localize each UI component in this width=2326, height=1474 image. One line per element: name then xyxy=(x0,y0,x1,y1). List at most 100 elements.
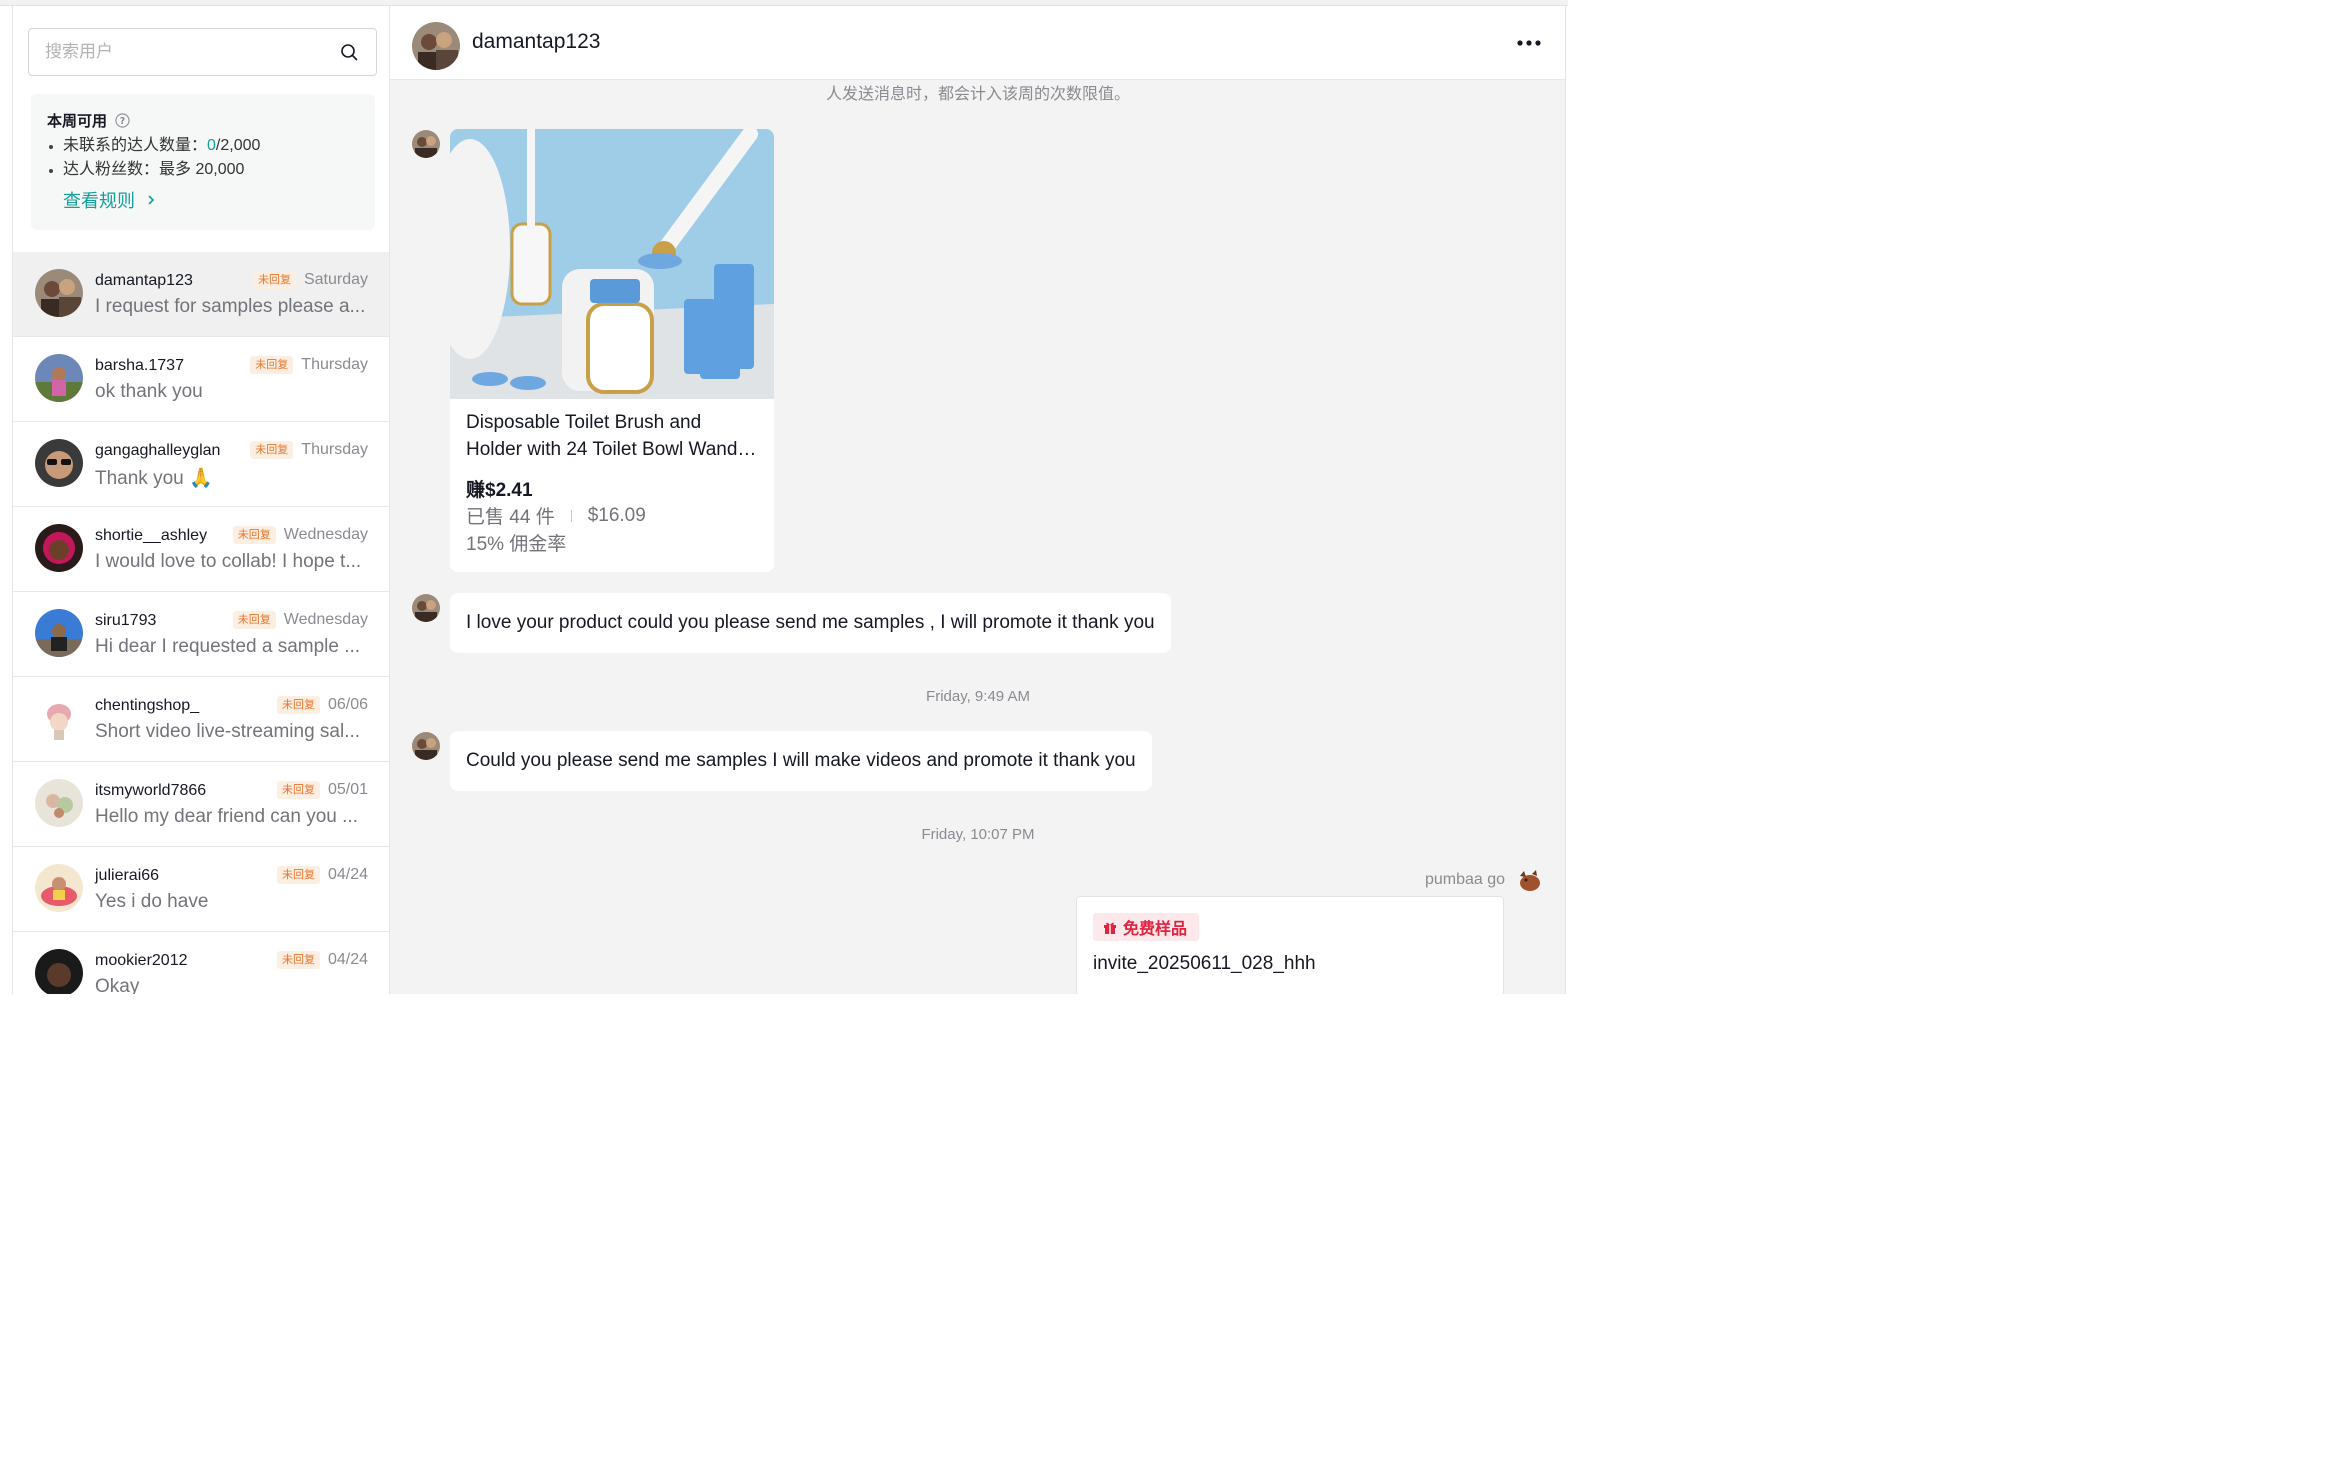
conversation-name: shortie__ashley xyxy=(95,527,208,544)
conversation-preview: I request for samples please a... xyxy=(95,296,366,317)
weekly-quota-panel: 本周可用 ? 未联系的达人数量：0/2,000 达人粉丝数：最多 20,000 … xyxy=(31,94,375,230)
conversation-time: 04/24 xyxy=(327,951,368,968)
quota-title: 本周可用 ? xyxy=(47,110,359,130)
search-box[interactable] xyxy=(28,28,377,76)
conversation-time: Thursday xyxy=(301,441,368,458)
conversation-name: chentingshop_ xyxy=(95,697,200,714)
avatar xyxy=(35,439,83,487)
sender-avatar-icon xyxy=(1520,870,1540,891)
chat-title[interactable]: damantap123 xyxy=(472,30,600,54)
conversation-item-julierai66[interactable]: julierai66 未回复 04/24 Yes i do have xyxy=(13,847,389,932)
conversation-preview: Short video live-streaming sal... xyxy=(95,721,361,742)
product-commission: 15% 佣金率 xyxy=(466,534,567,555)
avatar xyxy=(35,609,83,657)
conversation-time: 05/01 xyxy=(327,781,368,798)
unreplied-badge: 未回复 xyxy=(276,951,320,969)
product-stats: 已售 44 件 $16.09 xyxy=(466,502,646,529)
avatar xyxy=(35,694,83,742)
message-avatar xyxy=(412,732,440,760)
conversation-meta: 未回复 Wednesday xyxy=(232,611,368,629)
product-price: $16.09 xyxy=(587,504,646,526)
unreplied-badge: 未回复 xyxy=(276,696,320,714)
quota-creators-used: 0 xyxy=(207,137,216,154)
stat-divider xyxy=(570,509,572,522)
conversation-name: mookier2012 xyxy=(95,952,188,969)
more-options-icon[interactable] xyxy=(1516,36,1542,50)
conversation-preview: Okay xyxy=(95,976,140,994)
conversation-time: 06/06 xyxy=(327,696,368,713)
conversation-time: Saturday xyxy=(303,271,368,288)
sample-invite-code: invite_20250611_028_hhh xyxy=(1093,953,1316,974)
conversation-item-damantap123[interactable]: damantap123 未回复 Saturday I request for s… xyxy=(13,252,389,337)
chat-avatar[interactable] xyxy=(412,22,460,70)
conversation-name: itsmyworld7866 xyxy=(95,782,207,799)
conversation-time: Wednesday xyxy=(283,526,368,543)
product-image xyxy=(450,129,774,399)
sender-name: pumbaa go xyxy=(1424,871,1505,888)
gift-icon xyxy=(1104,922,1116,934)
conversation-meta: 未回复 06/06 xyxy=(276,696,368,714)
conversation-item-itsmyworld7866[interactable]: itsmyworld7866 未回复 05/01 Hello my dear f… xyxy=(13,762,389,847)
conversation-preview: Hello my dear friend can you ... xyxy=(95,806,358,827)
free-sample-label: 免费样品 xyxy=(1123,921,1188,938)
avatar xyxy=(35,524,83,572)
conversation-name: damantap123 xyxy=(95,272,193,289)
message-timestamp: Friday, 10:07 PM xyxy=(921,826,1035,843)
conversation-time: 04/24 xyxy=(327,866,368,883)
search-input[interactable] xyxy=(45,29,335,75)
product-sold: 已售 44 件 xyxy=(466,507,555,528)
product-earnings: 赚$2.41 xyxy=(466,480,533,501)
conversation-item-gangaghalleyglan[interactable]: gangaghalleyglan 未回复 Thursday Thank you … xyxy=(13,422,389,507)
conversation-time: Thursday xyxy=(301,356,368,373)
unreplied-badge: 未回复 xyxy=(232,611,276,629)
conversation-meta: 未回复 Saturday xyxy=(252,271,368,289)
message-avatar xyxy=(412,130,440,158)
conversation-name: julierai66 xyxy=(95,867,160,884)
product-title: Disposable Toilet Brush and Holder with … xyxy=(466,412,738,460)
message-timestamp: Friday, 9:49 AM xyxy=(926,688,1030,705)
view-rules-link[interactable]: 查看规则 xyxy=(63,186,157,214)
message-avatar xyxy=(412,594,440,622)
conversation-name: barsha.1737 xyxy=(95,357,184,374)
quota-followers-item: 达人粉丝数：最多 20,000 xyxy=(47,158,359,182)
avatar xyxy=(35,269,83,317)
unreplied-badge: 未回复 xyxy=(276,866,320,884)
quota-creators-item: 未联系的达人数量：0/2,000 xyxy=(47,134,359,158)
unreplied-badge: 未回复 xyxy=(252,271,296,289)
system-note: 人发送消息时，都会计入该周的次数限值。 xyxy=(825,86,1130,103)
search-icon[interactable] xyxy=(340,43,358,61)
conversation-meta: 未回复 04/24 xyxy=(276,951,368,969)
conversation-name: gangaghalleyglan xyxy=(95,442,221,459)
conversation-meta: 未回复 05/01 xyxy=(276,781,368,799)
conversation-item-chentingshop[interactable]: chentingshop_ 未回复 06/06 Short video live… xyxy=(13,677,389,762)
quota-title-text: 本周可用 xyxy=(47,112,108,130)
conversation-item-barsha[interactable]: barsha.1737 未回复 Thursday ok thank you xyxy=(13,337,389,422)
conversation-preview: Yes i do have xyxy=(95,891,209,912)
conversation-meta: 未回复 Wednesday xyxy=(232,526,368,544)
avatar xyxy=(35,949,83,994)
conversation-meta: 未回复 Thursday xyxy=(250,441,368,459)
conversation-preview: Hi dear I requested a sample ... xyxy=(95,636,361,657)
free-sample-card[interactable]: 免费样品 invite_20250611_028_hhh xyxy=(1076,896,1504,994)
unreplied-badge: 未回复 xyxy=(250,356,294,374)
conversation-preview: I would love to collab! I hope t... xyxy=(95,551,362,572)
chat-header: damantap123 xyxy=(390,6,1565,80)
avatar xyxy=(35,779,83,827)
conversation-item-shortie-ashley[interactable]: shortie__ashley 未回复 Wednesday I would lo… xyxy=(13,507,389,592)
conversation-preview: Thank you 🙏 xyxy=(95,468,213,489)
help-icon[interactable]: ? xyxy=(115,112,130,128)
chevron-right-icon xyxy=(148,195,155,205)
avatar xyxy=(35,864,83,912)
conversation-item-siru1793[interactable]: siru1793 未回复 Wednesday Hi dear I request… xyxy=(13,592,389,677)
unreplied-badge: 未回复 xyxy=(232,526,276,544)
conversation-sidebar: 本周可用 ? 未联系的达人数量：0/2,000 达人粉丝数：最多 20,000 … xyxy=(12,6,390,994)
conversation-time: Wednesday xyxy=(283,611,368,628)
product-card[interactable]: Disposable Toilet Brush and Holder with … xyxy=(450,129,774,572)
quota-creators-label: 未联系的达人数量： xyxy=(63,137,208,154)
free-sample-tag: 免费样品 xyxy=(1093,913,1200,941)
avatar xyxy=(35,354,83,402)
conversation-list: damantap123 未回复 Saturday I request for s… xyxy=(13,252,389,994)
conversation-meta: 未回复 Thursday xyxy=(250,356,368,374)
conversation-item-mookier2012[interactable]: mookier2012 未回复 04/24 Okay xyxy=(13,932,389,994)
message-bubble: I love your product could you please sen… xyxy=(450,593,1171,653)
